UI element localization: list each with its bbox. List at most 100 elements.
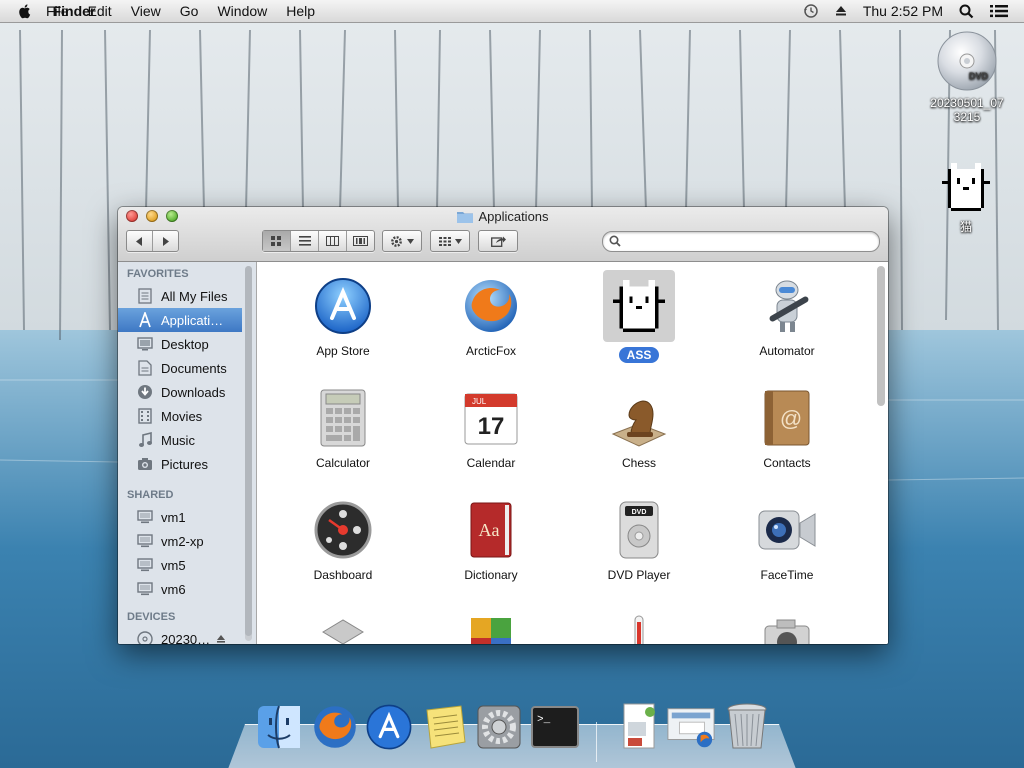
- sidebar-item-vm6[interactable]: vm6: [118, 577, 256, 601]
- menu-window[interactable]: Window: [217, 3, 267, 19]
- app-item-contacts[interactable]: @ Contacts: [713, 386, 861, 470]
- list-view-icon: [298, 236, 311, 246]
- music-icon: [136, 431, 154, 449]
- sidebar-item-applications[interactable]: Applicati…: [118, 308, 242, 332]
- dock-item-stickies[interactable]: [420, 702, 470, 752]
- downloads-icon: [136, 383, 154, 401]
- app-label: DVD Player: [607, 568, 671, 582]
- arcticfox-icon: [459, 274, 523, 338]
- sidebar-item-music[interactable]: Music: [118, 428, 256, 452]
- sidebar-item-downloads[interactable]: Downloads: [118, 380, 256, 404]
- app-item-ass[interactable]: ASS: [565, 270, 713, 363]
- app-item-dashboard[interactable]: Dashboard: [269, 498, 417, 582]
- sidebar-item-label: Music: [161, 432, 195, 448]
- svg-text:DVD: DVD: [632, 509, 647, 516]
- network-computer-icon: [136, 580, 154, 598]
- sidebar-item-label: vm6: [161, 581, 186, 597]
- desktop-dvd[interactable]: DVD 20230501_07 3215: [922, 30, 1012, 124]
- menu-go[interactable]: Go: [180, 3, 199, 19]
- coverflow-view-button[interactable]: [347, 231, 374, 251]
- dashboard-gauge-icon: [311, 498, 375, 562]
- back-button[interactable]: [127, 231, 153, 251]
- content-scroll-thumb[interactable]: [877, 266, 885, 406]
- dock-item-documents-stack[interactable]: [614, 702, 664, 752]
- app-item-automator[interactable]: Automator: [713, 274, 861, 358]
- sidebar-item-vm2-xp[interactable]: vm2-xp: [118, 529, 256, 553]
- sidebar-item-dvd-device[interactable]: 20230…: [118, 627, 256, 644]
- forward-button[interactable]: [153, 231, 178, 251]
- share-icon: [490, 236, 506, 247]
- network-computer-icon: [136, 556, 154, 574]
- sidebar-item-pictures[interactable]: Pictures: [118, 452, 256, 476]
- window-title-text: Applications: [478, 209, 549, 224]
- eject-icon[interactable]: [216, 634, 226, 644]
- app-store-icon: [366, 704, 412, 750]
- app-item-partial-4[interactable]: [713, 610, 861, 644]
- window-title: Applications: [118, 209, 888, 224]
- list-view-button[interactable]: [291, 231, 319, 251]
- app-item-app-store[interactable]: App Store: [269, 274, 417, 358]
- eject-icon[interactable]: [835, 5, 847, 17]
- dock-item-finder[interactable]: [254, 702, 304, 752]
- app-item-dvd-player[interactable]: DVD DVD Player: [565, 498, 713, 582]
- search-input[interactable]: [625, 233, 874, 251]
- dock-item-downloads-stack[interactable]: [666, 702, 716, 752]
- app-item-chess[interactable]: Chess: [565, 386, 713, 470]
- sidebar-item-documents[interactable]: Documents: [118, 356, 256, 380]
- chevron-down-icon: [454, 238, 462, 244]
- finder-face-icon: [258, 705, 300, 749]
- search-field[interactable]: [602, 231, 880, 252]
- dock-item-system-preferences[interactable]: [474, 702, 524, 752]
- sidebar-item-label: Documents: [161, 360, 227, 376]
- app-item-arcticfox[interactable]: ArcticFox: [417, 274, 565, 358]
- disc-icon: [136, 630, 154, 644]
- calendar-day: 17: [478, 413, 505, 440]
- app-item-partial-3[interactable]: [565, 610, 713, 644]
- dock-item-arcticfox[interactable]: [310, 702, 360, 752]
- app-item-partial-2[interactable]: [417, 610, 565, 644]
- app-item-partial-1[interactable]: [269, 610, 417, 644]
- sidebar-item-movies[interactable]: Movies: [118, 404, 256, 428]
- downloads-stack-icon: [667, 708, 715, 748]
- desktop-cat-app[interactable]: 猫: [936, 160, 996, 235]
- icon-view-button[interactable]: [263, 231, 291, 251]
- sidebar-scroll-thumb[interactable]: [245, 266, 252, 636]
- sidebar-item-label: Movies: [161, 408, 203, 424]
- svg-text:@: @: [780, 406, 802, 431]
- notification-list-icon[interactable]: [990, 4, 1008, 18]
- spotlight-icon[interactable]: [959, 4, 974, 19]
- dock-item-terminal[interactable]: >_: [530, 702, 580, 752]
- sidebar-item-vm5[interactable]: vm5: [118, 553, 256, 577]
- menu-clock[interactable]: Thu 2:52 PM: [863, 3, 943, 19]
- app-item-calculator[interactable]: Calculator: [269, 386, 417, 470]
- app-label: ASS: [565, 347, 713, 363]
- share-button[interactable]: [479, 231, 517, 251]
- menu-help[interactable]: Help: [286, 3, 315, 19]
- column-view-button[interactable]: [319, 231, 347, 251]
- column-view-icon: [326, 236, 339, 246]
- action-menu-button[interactable]: [383, 231, 421, 251]
- sidebar-item-all-my-files[interactable]: All My Files: [118, 284, 256, 308]
- app-item-facetime[interactable]: FaceTime: [713, 498, 861, 582]
- sidebar-item-desktop[interactable]: Desktop: [118, 332, 256, 356]
- app-label-selected: ASS: [618, 347, 660, 363]
- menu-finder[interactable]: Finder: [0, 3, 148, 19]
- app-label: Chess: [621, 456, 656, 470]
- coverflow-view-icon: [353, 236, 368, 246]
- system-preferences-gear-icon: [477, 705, 521, 749]
- time-machine-icon[interactable]: [803, 3, 819, 19]
- sidebar-item-label: 20230…: [161, 631, 211, 645]
- sidebar-item-label: All My Files: [161, 288, 228, 304]
- app-label: ArcticFox: [465, 344, 516, 358]
- sidebar-scrollbar[interactable]: [245, 266, 252, 641]
- app-item-dictionary[interactable]: Aa Dictionary: [417, 498, 565, 582]
- dock-item-app-store[interactable]: [364, 702, 414, 752]
- content-scrollbar[interactable]: [877, 266, 885, 640]
- dock-item-trash[interactable]: [722, 702, 772, 752]
- action-menu-group: [382, 230, 422, 252]
- arrange-menu-button[interactable]: [431, 231, 469, 251]
- app-item-calendar[interactable]: JUL 17 Calendar: [417, 386, 565, 470]
- sidebar-item-vm1[interactable]: vm1: [118, 505, 256, 529]
- forward-arrow-icon: [163, 236, 169, 246]
- sidebar-header-shared: SHARED: [127, 489, 174, 501]
